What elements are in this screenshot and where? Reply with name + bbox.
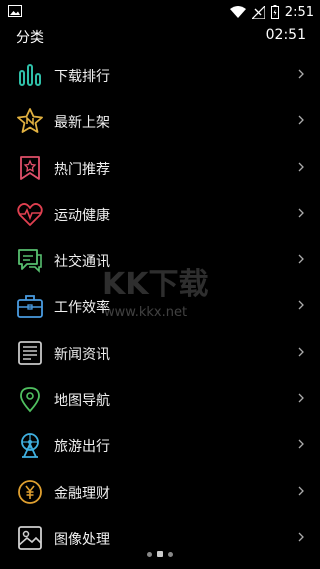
page-dot[interactable] [147,551,152,557]
yuan-coin-icon [18,479,42,504]
chevron-right-icon [298,532,304,542]
category-label: 地图导航 [54,393,110,410]
category-label: 热门推荐 [54,161,110,178]
chevron-right-icon [298,69,304,79]
hot-bookmark-icon [20,155,40,180]
category-item[interactable]: 新闻资讯 [0,330,320,376]
chevron-right-icon [298,162,304,172]
status-bar: 2:51 [0,0,320,24]
status-icons: 2:51 [229,3,314,21]
ferris-wheel-icon [21,433,39,459]
chevron-right-icon [298,347,304,357]
chevron-right-icon [298,115,304,125]
category-item[interactable]: 热门推荐 [0,145,320,191]
briefcase-icon [17,295,43,319]
header: 分类 02:51 [0,24,320,52]
category-item[interactable]: 最新上架 [0,98,320,144]
chat-bubble-icon [18,249,42,274]
heart-pulse-icon [17,203,43,226]
map-pin-icon [20,387,40,413]
chevron-right-icon [298,486,304,496]
category-item[interactable]: 工作效率 [0,283,320,329]
category-label: 下载排行 [54,69,110,85]
category-item[interactable]: 运动健康 [0,191,320,237]
header-clock: 02:51 [265,27,306,43]
new-star-icon [17,108,43,134]
category-label: 最新上架 [54,115,110,132]
newspaper-icon [18,340,42,365]
signal-icon [251,5,265,19]
category-list: 下载排行最新上架热门推荐运动健康社交通讯工作效率新闻资讯地图导航旅游出行金融理财… [0,52,320,561]
category-item[interactable]: 旅游出行 [0,422,320,468]
status-time: 2:51 [284,4,314,20]
page-title: 分类 [16,30,44,46]
wifi-icon [229,6,246,18]
page-dot[interactable] [168,551,173,557]
category-label: 图像处理 [54,531,110,548]
category-label: 金融理财 [54,485,110,502]
chevron-right-icon [298,301,304,310]
chevron-right-icon [298,393,304,403]
category-item[interactable]: 社交通讯 [0,237,320,283]
category-label: 工作效率 [54,300,110,317]
chevron-right-icon [298,254,304,264]
chevron-right-icon [298,439,304,449]
page-dot[interactable] [157,551,163,557]
category-label: 社交通讯 [54,254,110,271]
category-label: 新闻资讯 [54,346,110,363]
bar-chart-icon [19,64,41,86]
category-item[interactable]: 金融理财 [0,469,320,515]
category-label: 旅游出行 [54,439,110,456]
image-icon [8,5,22,17]
category-item[interactable]: 地图导航 [0,376,320,422]
category-item[interactable]: 下载排行 [0,52,320,98]
category-label: 运动健康 [54,207,110,224]
chevron-right-icon [298,208,304,218]
battery-icon [270,5,279,19]
page-indicator [0,548,320,560]
